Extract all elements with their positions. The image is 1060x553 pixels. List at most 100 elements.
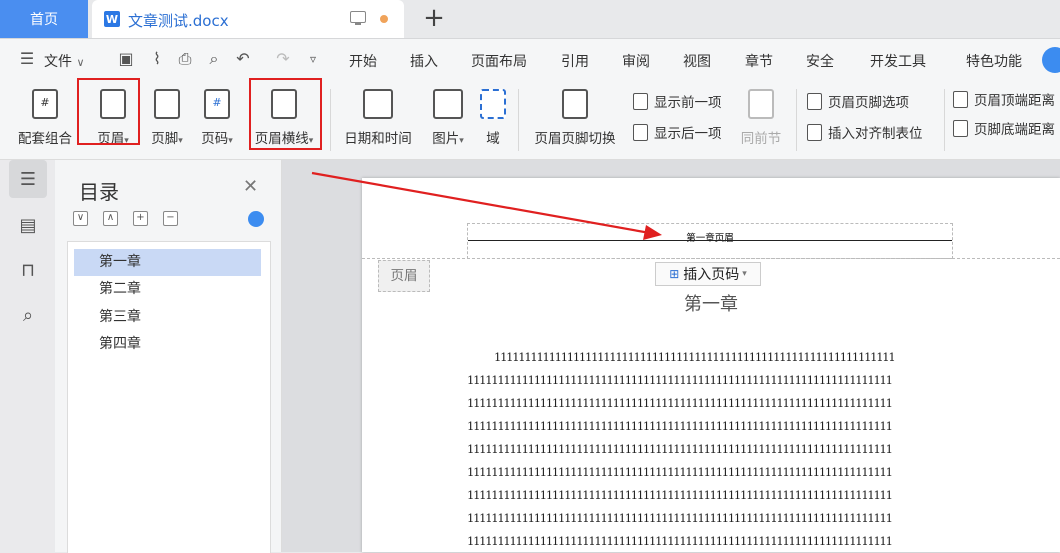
body-line[interactable]: 1111111111111111111111111111111111111111… bbox=[467, 396, 951, 410]
pages-nav-icon[interactable]: ▤ bbox=[9, 206, 47, 244]
show-next-label: 显示后一项 bbox=[654, 126, 722, 142]
options-icon bbox=[807, 92, 822, 110]
document-page[interactable]: 第一章页眉 页眉 ⊞ 插入页码 ▾ 第一章 111111111111111111… bbox=[362, 178, 1060, 552]
menu-references[interactable]: 引用 bbox=[561, 51, 589, 71]
toc-nav-icon[interactable]: ☰ bbox=[9, 160, 47, 198]
body-line[interactable]: 1111111111111111111111111111111111111111… bbox=[467, 534, 951, 548]
body-line[interactable]: 1111111111111111111111111111111111111111… bbox=[467, 511, 951, 525]
insert-page-number-label: 插入页码 bbox=[683, 267, 740, 283]
insert-page-number-button[interactable]: ⊞ 插入页码 ▾ bbox=[655, 262, 761, 286]
align-tab-icon bbox=[807, 123, 822, 141]
toc-item[interactable]: 第二章 bbox=[74, 276, 261, 303]
file-menu[interactable]: 文件 ∨ bbox=[44, 51, 85, 71]
field-icon bbox=[480, 89, 506, 119]
tab-bar: 首页 W 文章测试.docx + bbox=[0, 0, 1060, 39]
document-tab[interactable]: W 文章测试.docx bbox=[92, 0, 404, 38]
undo-icon[interactable]: ↶ bbox=[234, 50, 252, 68]
print-preview-icon[interactable]: ⌕ bbox=[205, 50, 223, 68]
close-icon[interactable]: ✕ bbox=[243, 176, 258, 197]
body-line[interactable]: 1111111111111111111111111111111111111111… bbox=[494, 350, 951, 364]
unsaved-dot-icon bbox=[380, 15, 388, 23]
picture-icon bbox=[433, 89, 463, 119]
avatar[interactable] bbox=[1042, 47, 1060, 73]
body-line[interactable]: 1111111111111111111111111111111111111111… bbox=[467, 419, 951, 433]
body-line[interactable]: 1111111111111111111111111111111111111111… bbox=[467, 488, 951, 502]
menu-bar: ☰ 文件 ∨ ▣ ⌇ ⎙ ⌕ ↶ ↷ ▿ 开始 插入 页面布局 引用 审阅 视图… bbox=[0, 39, 1060, 81]
collapse-icon[interactable]: ∨ bbox=[73, 211, 88, 226]
header-distance-icon bbox=[953, 90, 968, 108]
picture-button[interactable]: 图片▾ bbox=[426, 89, 470, 147]
header-top-distance-label: 页眉顶端距离 bbox=[974, 93, 1055, 109]
toc-item[interactable]: 第一章 bbox=[74, 249, 261, 276]
expand-icon[interactable]: ∧ bbox=[103, 211, 118, 226]
home-tab[interactable]: 首页 bbox=[0, 0, 88, 38]
sync-icon[interactable] bbox=[248, 211, 264, 227]
hamburger-icon[interactable]: ☰ bbox=[18, 50, 36, 68]
combo-icon: # bbox=[32, 89, 58, 119]
combo-button[interactable]: # 配套组合 bbox=[14, 89, 76, 147]
same-as-previous-label: 同前节 bbox=[740, 131, 782, 147]
toc-item[interactable]: 第三章 bbox=[74, 304, 261, 331]
footer-label: 页脚 bbox=[151, 131, 179, 147]
header-footer-switch-button[interactable]: 页眉页脚切换 bbox=[529, 89, 621, 147]
wps-writer-icon: W bbox=[104, 11, 120, 27]
header-footer-options-button[interactable]: 页眉页脚选项 bbox=[807, 91, 909, 111]
format-painter-icon[interactable]: ⌇ bbox=[148, 50, 166, 68]
highlight-box-header bbox=[77, 78, 140, 145]
menu-security[interactable]: 安全 bbox=[806, 51, 834, 71]
chevron-down-icon: ▾ bbox=[228, 136, 233, 146]
header-region[interactable]: 第一章页眉 bbox=[467, 223, 953, 259]
body-line[interactable]: 1111111111111111111111111111111111111111… bbox=[467, 373, 951, 387]
header-footer-switch-label: 页眉页脚切换 bbox=[534, 131, 616, 147]
menu-page-layout[interactable]: 页面布局 bbox=[471, 51, 527, 71]
new-tab-button[interactable]: + bbox=[420, 4, 448, 32]
previous-icon bbox=[633, 92, 648, 110]
footer-distance-icon bbox=[953, 119, 968, 137]
chevron-down-icon: ▾ bbox=[178, 136, 183, 146]
menu-start[interactable]: 开始 bbox=[349, 51, 377, 71]
show-previous-button[interactable]: 显示前一项 bbox=[633, 91, 722, 111]
show-previous-label: 显示前一项 bbox=[654, 95, 722, 111]
header-boundary bbox=[362, 258, 1060, 259]
toc-item[interactable]: 第四章 bbox=[74, 331, 261, 358]
page-number-label: 页码 bbox=[201, 131, 229, 147]
datetime-button[interactable]: 日期和时间 bbox=[340, 89, 416, 147]
quick-access-dropdown-icon[interactable]: ▿ bbox=[304, 50, 322, 68]
print-icon[interactable]: ⎙ bbox=[176, 50, 194, 68]
body-line[interactable]: 1111111111111111111111111111111111111111… bbox=[467, 442, 951, 456]
chapter-title[interactable]: 第一章 bbox=[362, 290, 1060, 316]
menu-special-features[interactable]: 特色功能 bbox=[966, 51, 1022, 71]
footer-bottom-distance[interactable]: 页脚底端距离 bbox=[953, 118, 1055, 138]
add-heading-icon[interactable]: + bbox=[133, 211, 148, 226]
chevron-down-icon: ▾ bbox=[742, 269, 747, 279]
header-top-distance[interactable]: 页眉顶端距离 bbox=[953, 89, 1055, 109]
footer-button[interactable]: 页脚▾ bbox=[145, 89, 189, 147]
page-number-button[interactable]: # 页码▾ bbox=[195, 89, 239, 147]
insert-align-tab-button[interactable]: 插入对齐制表位 bbox=[807, 122, 923, 142]
menu-developer-tools[interactable]: 开发工具 bbox=[870, 51, 926, 71]
ribbon-divider bbox=[944, 89, 945, 151]
switch-icon bbox=[562, 89, 588, 119]
same-as-previous-button[interactable]: 同前节 bbox=[738, 89, 784, 147]
header-text[interactable]: 第一章页眉 bbox=[468, 230, 952, 244]
body-line[interactable]: 1111111111111111111111111111111111111111… bbox=[467, 465, 951, 479]
save-icon[interactable]: ▣ bbox=[117, 50, 135, 68]
menu-chapter[interactable]: 章节 bbox=[745, 51, 773, 71]
remove-heading-icon[interactable]: − bbox=[163, 211, 178, 226]
toc-title: 目录 bbox=[79, 180, 119, 204]
menu-insert[interactable]: 插入 bbox=[410, 51, 438, 71]
bookmark-icon[interactable]: ⊓ bbox=[9, 251, 47, 289]
show-next-button[interactable]: 显示后一项 bbox=[633, 122, 722, 142]
monitor-icon[interactable] bbox=[350, 11, 366, 25]
toc-panel: 目录 ✕ ∨ ∧ + − 第一章 第二章 第三章 第四章 bbox=[55, 160, 282, 553]
header-footer-options-label: 页眉页脚选项 bbox=[828, 95, 909, 111]
field-button[interactable]: 域 bbox=[478, 89, 508, 147]
chevron-down-icon: ▾ bbox=[459, 136, 464, 146]
menu-review[interactable]: 审阅 bbox=[622, 51, 650, 71]
same-as-previous-icon bbox=[748, 89, 774, 119]
menu-view[interactable]: 视图 bbox=[683, 51, 711, 71]
redo-icon[interactable]: ↷ bbox=[274, 50, 292, 68]
find-replace-icon[interactable]: ⌕ bbox=[9, 296, 47, 334]
ribbon: # 配套组合 页眉▾ 页脚▾ # 页码▾ 页眉横线▾ 日期和时间 图片▾ 域 页… bbox=[0, 81, 1060, 160]
footer-icon bbox=[154, 89, 180, 119]
